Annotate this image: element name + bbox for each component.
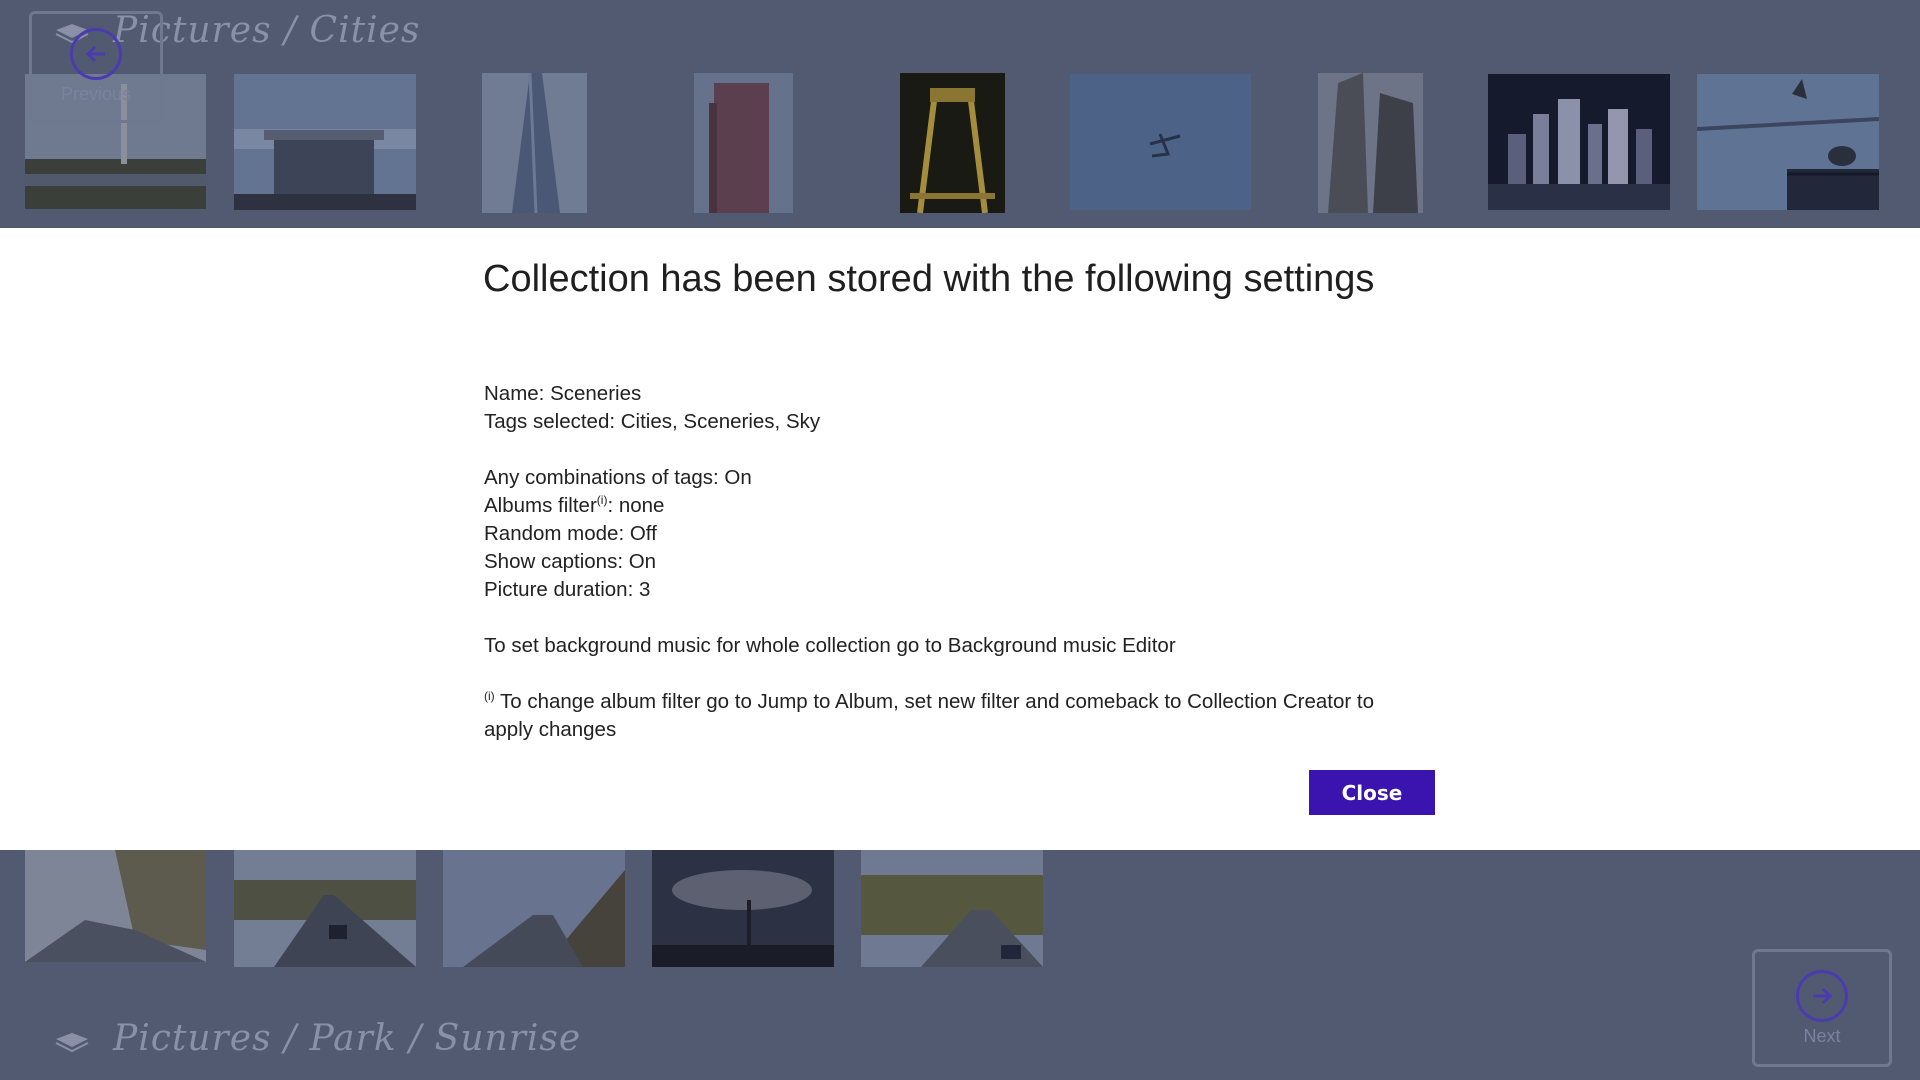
close-button[interactable]: Close	[1309, 770, 1435, 815]
arrow-left-icon	[70, 28, 122, 80]
note-text: To change album filter go to Jump to Alb…	[484, 690, 1374, 741]
thumbnail-lift-bridge-night[interactable]	[900, 73, 1005, 213]
albums-filter-marker: (i)	[596, 493, 608, 508]
thumbnail-skyscraper-1[interactable]	[482, 73, 587, 213]
tags-selected: Tags selected: Cities, Sceneries, Sky	[484, 410, 821, 433]
thumbnail-helicopter-sky[interactable]	[1070, 74, 1251, 210]
albums-filter-label: Albums filter	[484, 494, 597, 517]
thumbnail-road-autumn-car[interactable]	[234, 850, 416, 967]
background-music-note: To set background music for whole collec…	[484, 634, 1176, 657]
collection-name: Name: Sceneries	[484, 382, 642, 405]
thumbnail-road-rock-wall[interactable]	[443, 850, 625, 967]
thumbnail-bay-bridge-bird[interactable]	[1697, 74, 1879, 210]
top-thumbnail-strip	[0, 0, 1920, 228]
arrow-right-icon	[1796, 970, 1848, 1022]
tag-combinations: Any combinations of tags: On	[484, 466, 752, 489]
next-button[interactable]: Next	[1752, 949, 1892, 1067]
folder-icon	[55, 1033, 89, 1053]
dialog-body: Name: Sceneries Tags selected: Cities, S…	[484, 380, 1414, 744]
thumbnail-sunset-clouds[interactable]	[652, 850, 834, 967]
picture-duration: Picture duration: 3	[484, 578, 651, 601]
thumbnail-towers-gray[interactable]	[1318, 73, 1423, 213]
bottom-thumbnail-strip	[0, 850, 1920, 970]
thumbnail-road-cliff[interactable]	[25, 850, 206, 962]
show-captions: Show captions: On	[484, 550, 657, 573]
settings-dialog: Collection has been stored with the foll…	[0, 228, 1920, 850]
thumbnail-skyscraper-2[interactable]	[694, 73, 793, 213]
albums-filter: Albums filter(i): none	[484, 492, 1414, 520]
thumbnail-lincoln-memorial[interactable]	[234, 74, 416, 210]
note-marker: (i)	[484, 689, 495, 704]
random-mode: Random mode: Off	[484, 522, 657, 545]
thumbnail-hong-kong-night[interactable]	[1488, 74, 1670, 210]
album-filter-note: (i) To change album filter go to Jump to…	[484, 688, 1414, 744]
previous-label: Previous	[60, 84, 132, 104]
next-label: Next	[1803, 1026, 1841, 1046]
thumbnail-road-autumn-trees[interactable]	[861, 850, 1043, 967]
albums-filter-value: : none	[607, 494, 665, 517]
section-title-park-sunrise: Pictures / Park / Sunrise	[113, 1018, 582, 1059]
dialog-title: Collection has been stored with the foll…	[483, 258, 1375, 300]
previous-button[interactable]: Previous	[29, 11, 163, 123]
